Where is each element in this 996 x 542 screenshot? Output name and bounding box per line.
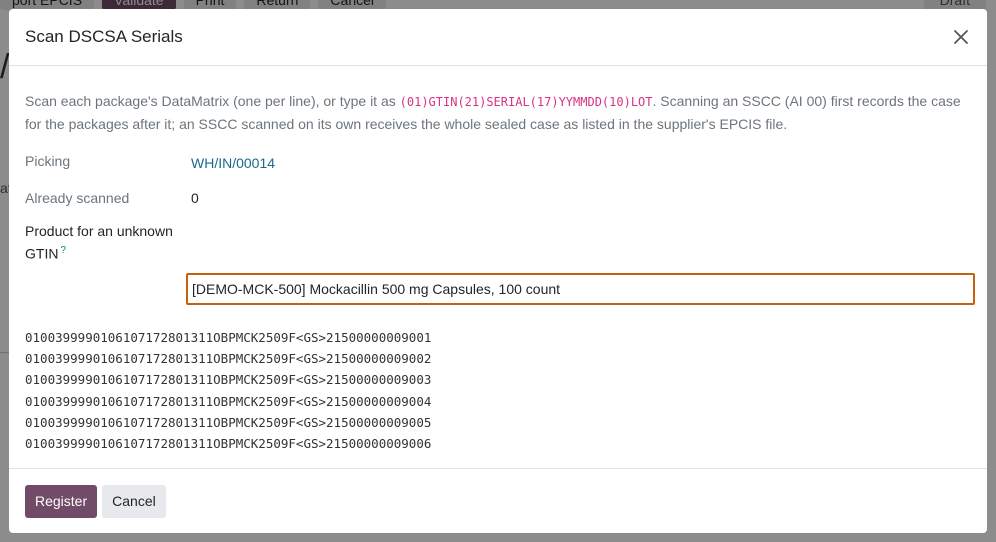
instructions-code: (01)GTIN(21)SERIAL(17)YYMMDD(10)LOT [399, 95, 653, 109]
help-tooltip-icon[interactable]: ? [60, 245, 66, 256]
close-icon [954, 30, 968, 44]
dialog-body: Scan each package's DataMatrix (one per … [9, 66, 987, 468]
dialog-title: Scan DSCSA Serials [25, 27, 183, 46]
scan-instructions: Scan each package's DataMatrix (one per … [25, 90, 965, 135]
serial-line: 0100399990106107172801311OBPMCK2509F<GS>… [25, 414, 432, 430]
already-scanned-label: Already scanned [25, 190, 130, 206]
serial-line: 0100399990106107172801311OBPMCK2509F<GS>… [25, 372, 432, 388]
serial-line: 0100399990106107172801311OBPMCK2509F<GS>… [25, 351, 432, 367]
picking-field: Picking WH/IN/00014 [25, 151, 275, 173]
picking-label: Picking [25, 153, 71, 169]
unknown-gtin-label-line1: Product for an unknown [25, 223, 173, 239]
close-button[interactable] [949, 25, 973, 49]
instructions-text-start: Scan each package's DataMatrix (one per … [25, 93, 400, 109]
product-select-input[interactable]: [DEMO-MCK-500] Mockacillin 500 mg Capsul… [186, 273, 975, 305]
dialog-header: Scan DSCSA Serials [9, 9, 987, 66]
picking-link[interactable]: WH/IN/00014 [191, 155, 275, 171]
serial-line: 0100399990106107172801311OBPMCK2509F<GS>… [25, 436, 432, 452]
unknown-gtin-product-label: Product for an unknown GTIN? [25, 221, 191, 264]
unknown-gtin-product-field: Product for an unknown GTIN? [25, 221, 191, 264]
already-scanned-field: Already scanned 0 [25, 188, 199, 208]
already-scanned-value: 0 [191, 190, 199, 206]
serial-line: 0100399990106107172801311OBPMCK2509F<GS>… [25, 393, 432, 409]
serials-textarea[interactable]: 0100399990106107172801311OBPMCK2509F<GS>… [25, 327, 971, 517]
serial-line: 0100399990106107172801311OBPMCK2509F<GS>… [25, 330, 432, 345]
scan-serials-dialog: Scan DSCSA Serials Scan each package's D… [9, 9, 987, 533]
unknown-gtin-label-line2: GTIN [25, 245, 59, 262]
